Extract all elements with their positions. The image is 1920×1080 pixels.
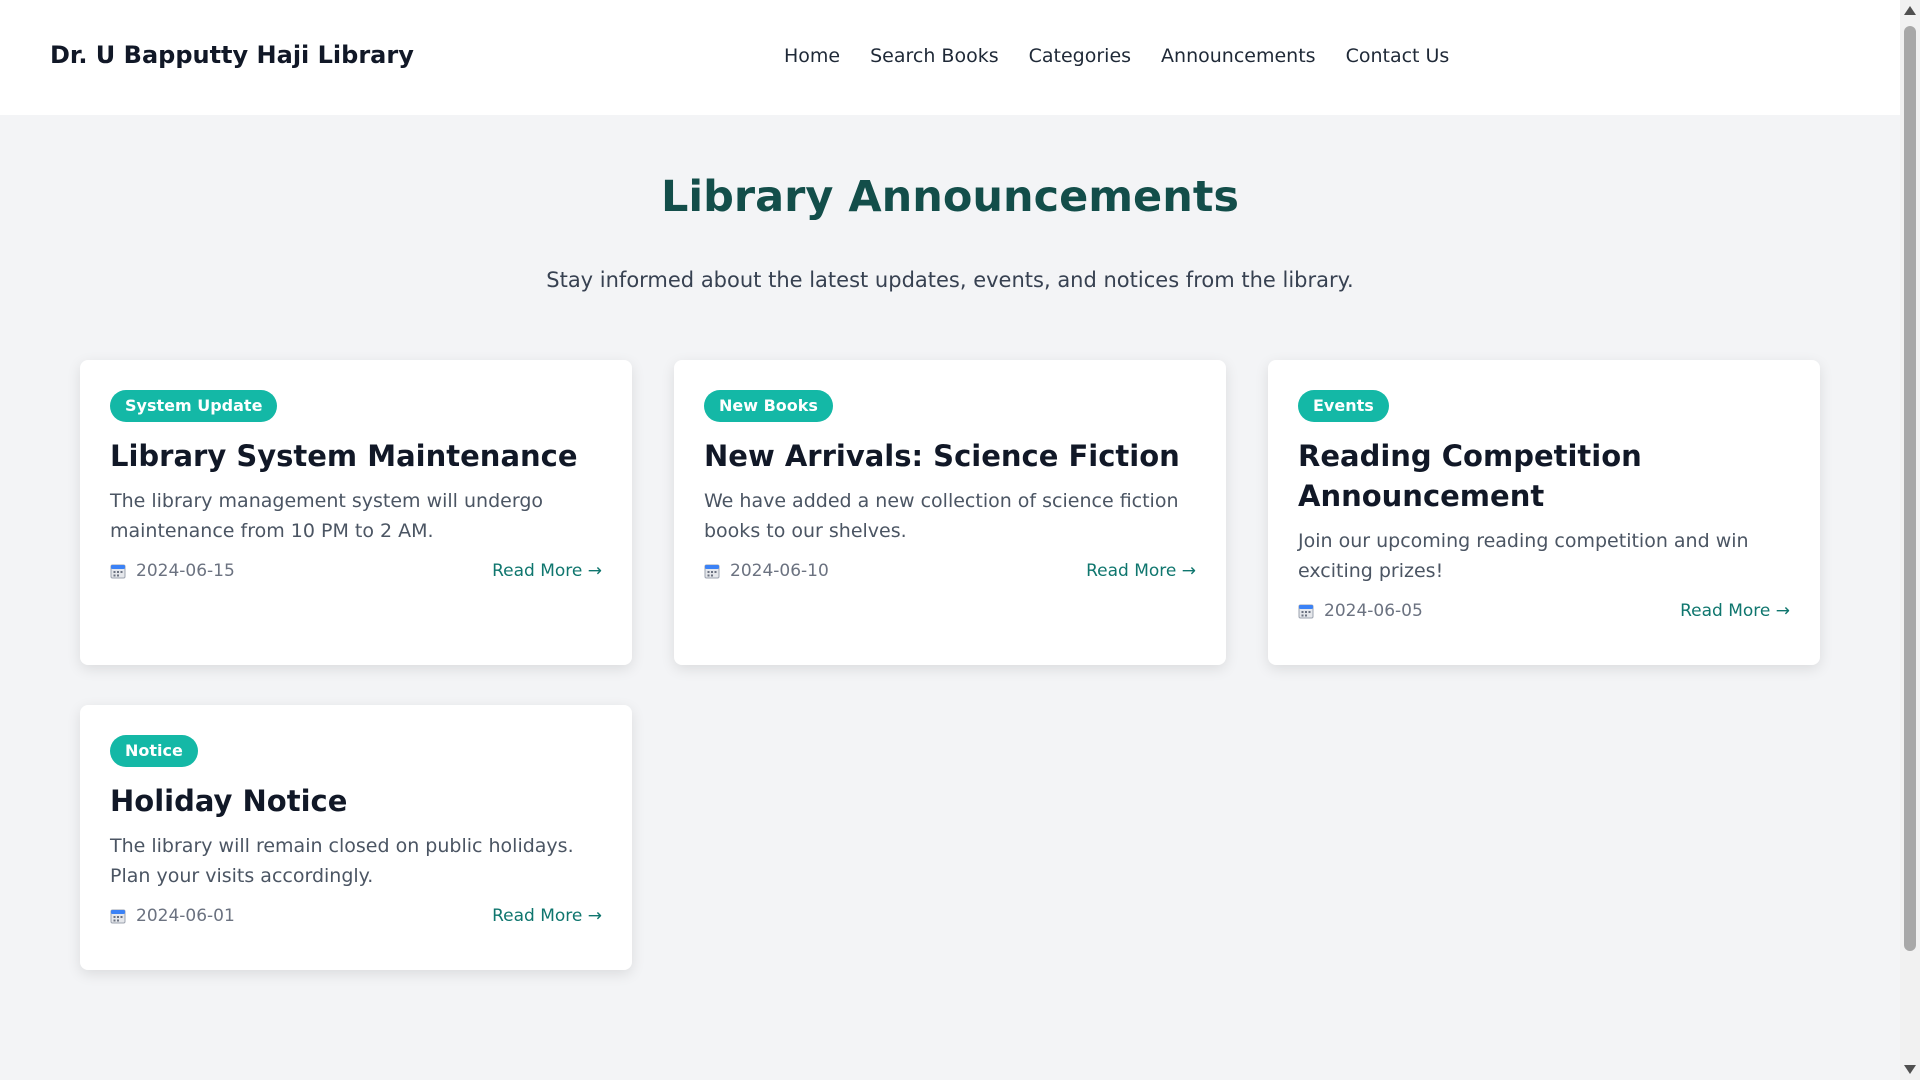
card-footer: 2024-06-15 Read More → [110, 558, 602, 584]
page-title: Library Announcements [660, 172, 1239, 222]
card-description: Join our upcoming reading competition an… [1298, 530, 1749, 582]
date-wrap: 2024-06-05 [1298, 601, 1423, 621]
main-nav: Home Search Books Categories Announcemen… [784, 45, 1479, 67]
nav-contact-us[interactable]: Contact Us [1346, 45, 1450, 67]
nav-home[interactable]: Home [784, 45, 840, 67]
read-more-link[interactable]: Read More → [492, 906, 602, 926]
card-date: 2024-06-15 [136, 561, 235, 581]
calendar-icon [110, 909, 126, 924]
nav-search-books[interactable]: Search Books [870, 45, 999, 67]
card-description: The library management system will under… [110, 490, 544, 542]
card-title: New Arrivals: Science Fiction [704, 439, 1180, 473]
page: Dr. U Bapputty Haji Library Home Search … [0, 0, 1900, 1080]
read-more-link[interactable]: Read More → [1680, 601, 1790, 621]
read-more-link[interactable]: Read More → [492, 561, 602, 581]
scroll-up-icon[interactable] [1904, 6, 1916, 15]
calendar-icon [110, 564, 126, 579]
card-title: Reading Competition Announcement [1298, 439, 1642, 513]
announcement-card: Notice Holiday Notice The library will r… [80, 705, 632, 970]
card-description: The library will remain closed on public… [110, 835, 574, 887]
card-footer: 2024-06-05 Read More → [1298, 598, 1790, 624]
announcement-card: Events Reading Competition Announcement … [1268, 360, 1820, 665]
card-date: 2024-06-05 [1324, 601, 1423, 621]
category-badge: Notice [110, 735, 198, 767]
card-footer: 2024-06-10 Read More → [704, 558, 1196, 584]
card-description: We have added a new collection of scienc… [704, 490, 1179, 542]
date-wrap: 2024-06-15 [110, 561, 235, 581]
site-header: Dr. U Bapputty Haji Library Home Search … [0, 0, 1900, 115]
date-wrap: 2024-06-10 [704, 561, 829, 581]
announcement-card: System Update Library System Maintenance… [80, 360, 632, 665]
date-wrap: 2024-06-01 [110, 906, 235, 926]
page-scrollbar[interactable] [1900, 0, 1920, 1080]
announcement-card: New Books New Arrivals: Science Fiction … [674, 360, 1226, 665]
scroll-down-icon[interactable] [1904, 1065, 1916, 1074]
calendar-icon [1298, 604, 1314, 619]
card-title: Holiday Notice [110, 784, 348, 818]
read-more-link[interactable]: Read More → [1086, 561, 1196, 581]
category-badge: New Books [704, 390, 833, 422]
brand-logo-text[interactable]: Dr. U Bapputty Haji Library [50, 41, 414, 69]
card-title: Library System Maintenance [110, 439, 578, 473]
card-footer: 2024-06-01 Read More → [110, 903, 602, 929]
calendar-icon [704, 564, 720, 579]
scroll-thumb[interactable] [1904, 26, 1916, 951]
card-date: 2024-06-10 [730, 561, 829, 581]
category-badge: System Update [110, 390, 278, 422]
nav-announcements[interactable]: Announcements [1161, 45, 1316, 67]
page-subtitle: Stay informed about the latest updates, … [546, 268, 1354, 292]
category-badge: Events [1298, 390, 1389, 422]
nav-categories[interactable]: Categories [1029, 45, 1131, 67]
card-date: 2024-06-01 [136, 906, 235, 926]
